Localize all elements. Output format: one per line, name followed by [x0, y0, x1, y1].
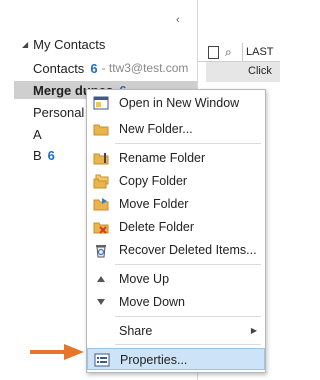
document-icon[interactable] [208, 46, 219, 59]
rename-folder-icon [93, 153, 109, 165]
menu-item-recover-deleted[interactable]: Recover Deleted Items... [87, 239, 265, 261]
properties-icon [94, 353, 110, 367]
submenu-arrow-icon: ▶ [250, 326, 257, 335]
menu-item-open-new-window[interactable]: Open in New Window [87, 92, 265, 114]
menu-separator [115, 344, 261, 345]
click-here-text: Click [248, 65, 272, 77]
menu-item-move-folder[interactable]: Move Folder [87, 193, 265, 215]
menu-separator [115, 264, 261, 265]
menu-label: Delete Folder [119, 220, 195, 234]
menu-label: Properties... [120, 353, 188, 367]
menu-item-rename-folder[interactable]: Rename Folder [87, 147, 265, 169]
context-menu: Open in New Window New Folder... Rename … [86, 89, 266, 373]
down-triangle-icon [97, 299, 105, 305]
menu-separator [115, 316, 261, 317]
collapse-pane-icon[interactable]: ‹ [176, 14, 186, 26]
expanded-triangle-icon[interactable]: ◢ [22, 40, 28, 49]
unread-count: 6 [47, 147, 55, 163]
folder-item-contacts[interactable]: Contacts 6 - ttw3@test.com [33, 59, 188, 77]
delete-folder-icon [93, 222, 109, 234]
folder-label: B [33, 147, 42, 163]
my-contacts-header[interactable]: ◢ My Contacts [22, 35, 105, 53]
folder-icon [93, 124, 109, 136]
menu-label: Open in New Window [119, 96, 240, 110]
menu-item-new-folder[interactable]: New Folder... [87, 118, 265, 140]
column-header-last[interactable]: LAST [246, 46, 274, 58]
menu-item-move-down[interactable]: Move Down [87, 291, 265, 313]
folder-label: A [33, 126, 42, 142]
menu-label: Rename Folder [119, 151, 206, 165]
menu-item-copy-folder[interactable]: Copy Folder [87, 170, 265, 192]
menu-label: Move Up [119, 272, 170, 286]
menu-label: Move Folder [119, 197, 189, 211]
menu-separator [115, 143, 261, 144]
recycle-bin-icon [96, 245, 106, 258]
menu-item-properties[interactable]: Properties... [87, 348, 265, 370]
menu-label: Move Down [119, 295, 185, 309]
move-folder-icon [93, 198, 109, 211]
outlook-window: ‹ ◢ My Contacts Contacts 6 - ttw3@test.c… [0, 0, 280, 380]
menu-label: Recover Deleted Items... [119, 243, 257, 257]
menu-label: New Folder... [119, 122, 193, 136]
menu-label: Copy Folder [119, 174, 188, 188]
my-contacts-label: My Contacts [33, 36, 106, 52]
list-header: ⌕ LAST [198, 43, 280, 62]
orange-arrow-icon [30, 344, 84, 360]
menu-label: Share [119, 324, 153, 338]
column-separator[interactable] [242, 43, 243, 61]
menu-item-delete-folder[interactable]: Delete Folder [87, 216, 265, 238]
folder-label: Contacts [33, 60, 85, 76]
copy-folder-icon [93, 174, 109, 189]
up-triangle-icon [97, 276, 105, 282]
attachment-icon[interactable]: ⌕ [225, 45, 232, 60]
menu-item-move-up[interactable]: Move Up [87, 268, 265, 290]
folder-account: - ttw3@test.com [101, 61, 189, 75]
unread-count: 6 [90, 60, 98, 76]
folder-item-b[interactable]: B 6 [33, 146, 55, 164]
new-window-icon [93, 96, 109, 110]
new-item-row[interactable]: Click [206, 62, 280, 82]
menu-item-share[interactable]: Share ▶ [87, 320, 265, 342]
folder-item-a[interactable]: A [33, 125, 42, 143]
